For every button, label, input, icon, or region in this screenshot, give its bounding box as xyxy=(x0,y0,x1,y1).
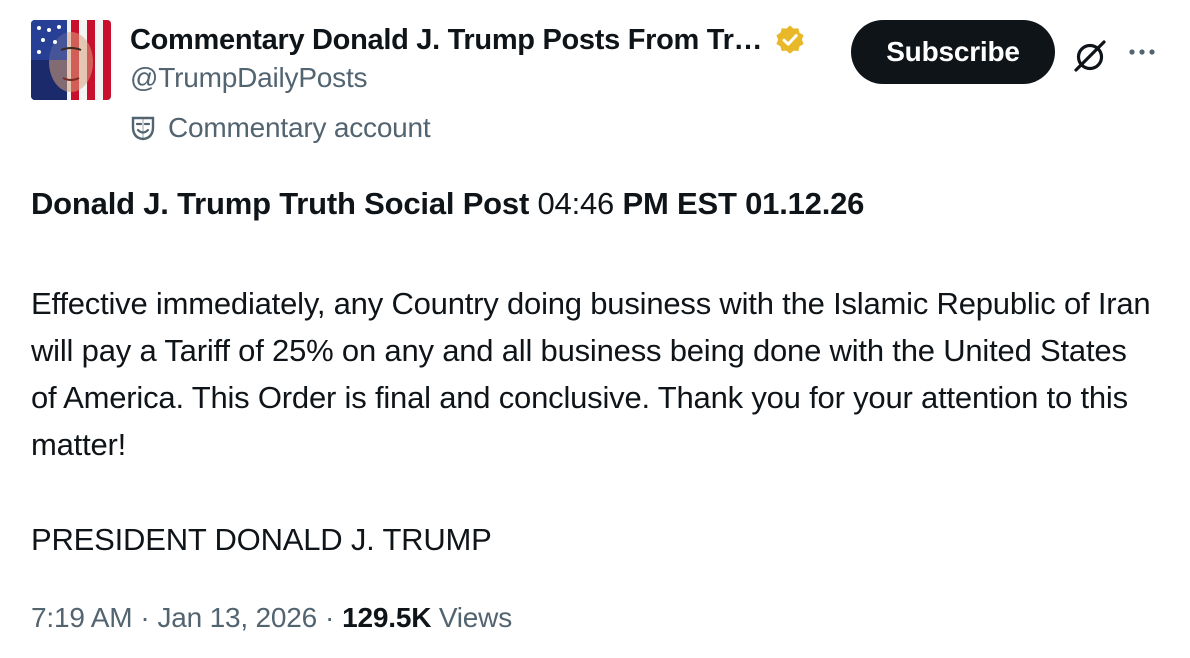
verified-badge-icon[interactable] xyxy=(774,24,806,56)
post-date[interactable]: Jan 13, 2026 xyxy=(157,602,317,634)
more-options-icon[interactable] xyxy=(1124,40,1164,64)
meta-separator: · xyxy=(140,602,150,633)
post-title-bold: Donald J. Trump Truth Social Post xyxy=(31,186,530,221)
meta-separator: · xyxy=(325,602,335,633)
post-signature: PRESIDENT DONALD J. TRUMP xyxy=(31,522,492,557)
views-count[interactable]: 129.5K xyxy=(342,602,431,634)
commentary-label-row: Commentary account xyxy=(130,110,431,146)
subscribe-button[interactable]: Subscribe xyxy=(851,20,1055,84)
author-handle[interactable]: @TrumpDailyPosts xyxy=(130,62,368,94)
post-time[interactable]: 7:19 AM xyxy=(31,602,133,634)
avatar[interactable] xyxy=(31,20,111,100)
author-name-row: Commentary Donald J. Trump Posts From Tr… xyxy=(130,22,806,58)
grok-icon[interactable] xyxy=(1070,36,1110,76)
post-title: Donald J. Trump Truth Social Post 04:46 … xyxy=(31,182,1151,226)
post-title-time: 04:46 xyxy=(537,186,615,221)
views-label[interactable]: Views xyxy=(439,602,512,634)
post-meta: 7:19 AM · Jan 13, 2026 · 129.5K Views xyxy=(31,596,512,640)
post-body: Effective immediately, any Country doing… xyxy=(31,286,1151,462)
post-title-rest: PM EST 01.12.26 xyxy=(622,186,865,221)
commentary-account-label: Commentary account xyxy=(168,112,431,143)
avatar-image xyxy=(31,20,111,100)
theater-mask-icon xyxy=(130,115,156,141)
author-display-name[interactable]: Commentary Donald J. Trump Posts From Tr… xyxy=(130,24,763,57)
